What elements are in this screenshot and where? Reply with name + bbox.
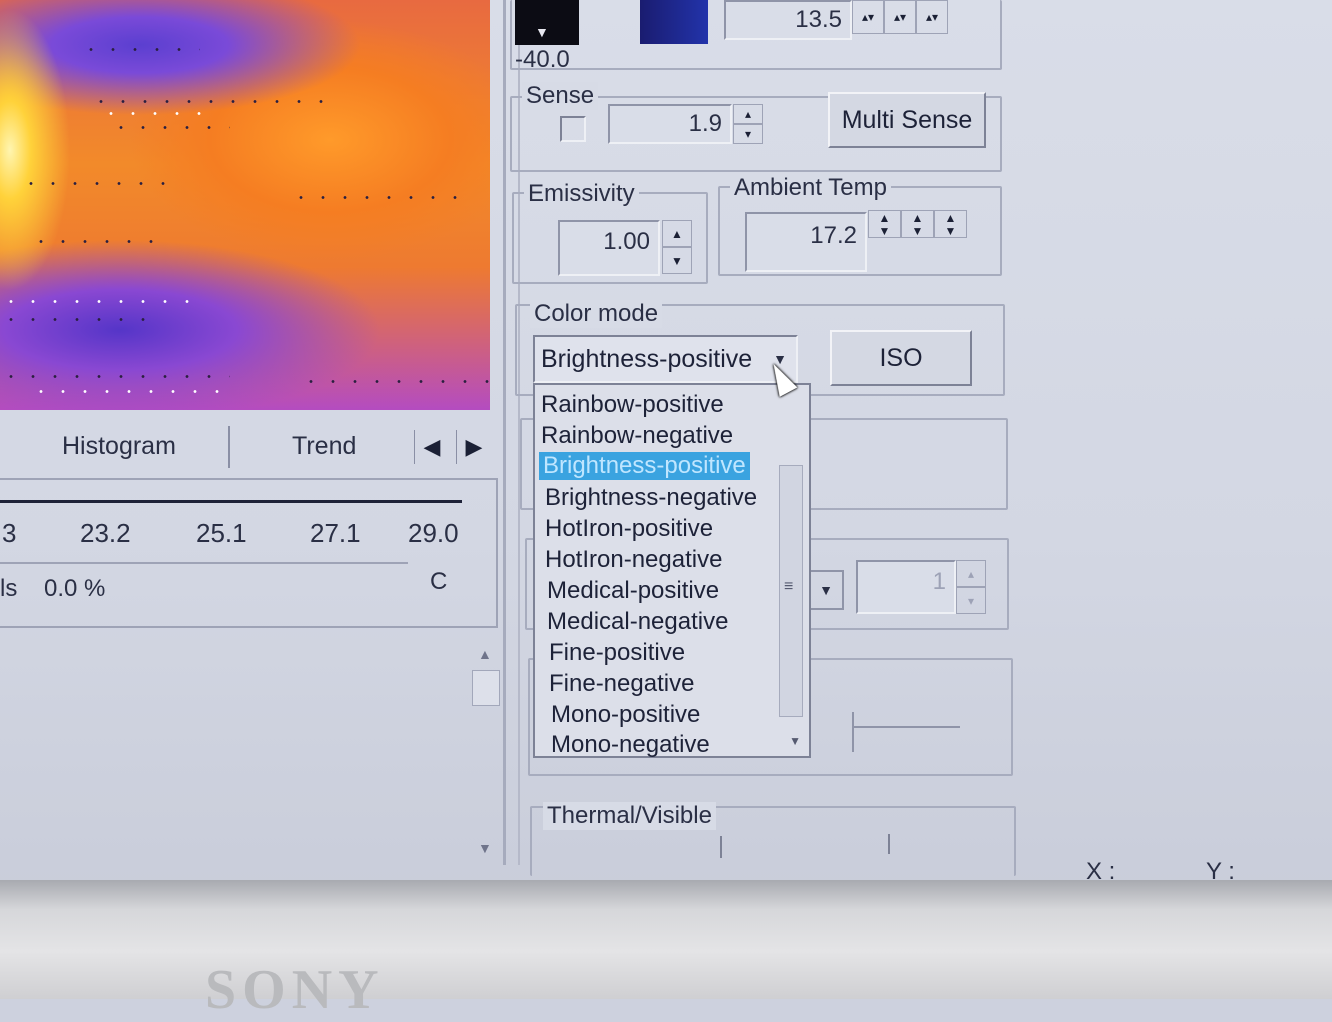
emissivity-title: Emissivity (524, 180, 639, 208)
scroll-down-icon[interactable]: ▼ (789, 734, 801, 748)
stat-label: ls (0, 575, 18, 602)
isotherm-dots (20, 182, 170, 185)
tab-histogram[interactable]: Histogram (62, 426, 176, 466)
isotherm-dots (300, 380, 490, 383)
option-mono-positive[interactable]: Mono-positive (551, 701, 700, 729)
ambient-temp-title: Ambient Temp (730, 174, 891, 202)
scroll-up-icon[interactable]: ▲ (478, 646, 492, 662)
brand-logo: SONY (205, 959, 385, 1021)
range-group (510, 0, 1002, 70)
isotherm-dots (0, 375, 230, 378)
thermal-image[interactable] (0, 0, 490, 410)
stepper-down-icon[interactable]: ▾ (733, 124, 763, 144)
option-brightness-positive[interactable]: Brightness-positive (539, 452, 750, 480)
sense-checkbox[interactable] (560, 116, 586, 142)
ambient-temp-field[interactable]: 17.2 (745, 212, 867, 272)
isotherm-dots (0, 318, 160, 321)
stepper-up-icon[interactable]: ▴ (956, 560, 986, 587)
tab-trend[interactable]: Trend (292, 426, 356, 466)
slider-tick (888, 834, 890, 854)
tab-divider (228, 426, 230, 468)
select-arrow-icon[interactable]: ▼ (808, 570, 844, 610)
stepper-icon[interactable]: ▲ ▼ (868, 210, 901, 238)
histogram-panel: 3 23.2 25.1 27.1 29.0 ls 0.0 % C (0, 478, 498, 628)
stepper-up-icon[interactable]: ▲ (662, 220, 692, 247)
emissivity-stepper[interactable]: ▲ ▼ (662, 220, 692, 274)
slider-tick (720, 836, 722, 858)
secondary-field[interactable]: 1 (856, 560, 956, 614)
panel-divider[interactable] (503, 0, 506, 865)
tab-scroll-left-icon[interactable]: ◀ (414, 430, 449, 464)
histogram-divider (0, 562, 408, 564)
scroll-thumb[interactable] (472, 670, 500, 706)
stepper-down-icon[interactable]: ▾ (956, 587, 986, 614)
option-medical-negative[interactable]: Medical-negative (547, 608, 728, 636)
stepper-down-icon[interactable]: ▼ (662, 247, 692, 274)
sense-field[interactable]: 1.9 (608, 104, 732, 144)
option-hotiron-negative[interactable]: HotIron-negative (545, 546, 722, 574)
color-mode-select[interactable]: Brightness-positive ▼ (533, 335, 798, 383)
isotherm-dots (80, 48, 200, 51)
histogram-tick: 25.1 (196, 518, 247, 548)
stepper-icon[interactable]: ▲ ▼ (901, 210, 934, 238)
isotherm-dots (100, 112, 210, 115)
option-rainbow-positive[interactable]: Rainbow-positive (541, 391, 724, 419)
option-brightness-negative[interactable]: Brightness-negative (545, 484, 757, 512)
isotherm-dots (110, 126, 230, 129)
histogram-tick: 23.2 (80, 518, 131, 548)
scroll-down-icon[interactable]: ▼ (478, 840, 492, 856)
iso-button[interactable]: ISO (830, 330, 972, 386)
option-fine-positive[interactable]: Fine-positive (549, 639, 685, 667)
secondary-stepper[interactable]: ▴ ▾ (956, 560, 986, 614)
isotherm-dots (290, 196, 470, 199)
dropdown-scrollbar[interactable]: ≡ (779, 465, 803, 717)
stepper-icon[interactable]: ▲ ▼ (934, 210, 967, 238)
option-hotiron-positive[interactable]: HotIron-positive (545, 515, 713, 543)
option-medical-positive[interactable]: Medical-positive (547, 577, 719, 605)
monitor-bezel (0, 880, 1332, 999)
ambient-temp-steppers[interactable]: ▲ ▼ ▲ ▼ ▲ ▼ (868, 210, 968, 266)
isotherm-dots (30, 240, 160, 243)
view-tabs: Histogram Trend ◀ ▶ (0, 420, 495, 472)
multi-sense-button[interactable]: Multi Sense (828, 92, 986, 148)
thermal-visible-title: Thermal/Visible (543, 802, 716, 830)
option-rainbow-negative[interactable]: Rainbow-negative (541, 422, 733, 450)
sense-title: Sense (522, 82, 599, 110)
scroll-grip-icon[interactable]: ≡ (784, 578, 793, 596)
sense-stepper[interactable]: ▴ ▾ (733, 104, 763, 144)
histogram-tick: 27.1 (310, 518, 361, 548)
emissivity-field[interactable]: 1.00 (558, 220, 660, 276)
histogram-tick: 3 (2, 518, 17, 548)
color-mode-title: Color mode (530, 300, 663, 328)
color-mode-dropdown[interactable]: Rainbow-positive Rainbow-negative Bright… (533, 383, 811, 758)
stepper-up-icon[interactable]: ▴ (733, 104, 763, 124)
unit-label: C (430, 568, 448, 595)
isotherm-dots (0, 300, 200, 303)
isotherm-dots (90, 100, 330, 103)
stat-value: 0.0 % (44, 575, 106, 602)
tab-scroll-right-icon[interactable]: ▶ (456, 430, 491, 464)
color-mode-selected: Brightness-positive (541, 345, 753, 373)
option-mono-negative[interactable]: Mono-negative (551, 731, 710, 759)
screen: Histogram Trend ◀ ▶ 3 23.2 25.1 27.1 29.… (0, 0, 1332, 900)
histogram-axis (0, 500, 462, 503)
isotherm-dots (30, 390, 230, 393)
left-scrollbar[interactable]: ▲ ▼ (470, 640, 500, 860)
slider-tick (852, 712, 854, 752)
option-fine-negative[interactable]: Fine-negative (549, 670, 694, 698)
slider-track[interactable] (854, 726, 960, 728)
histogram-tick: 29.0 (408, 518, 459, 548)
